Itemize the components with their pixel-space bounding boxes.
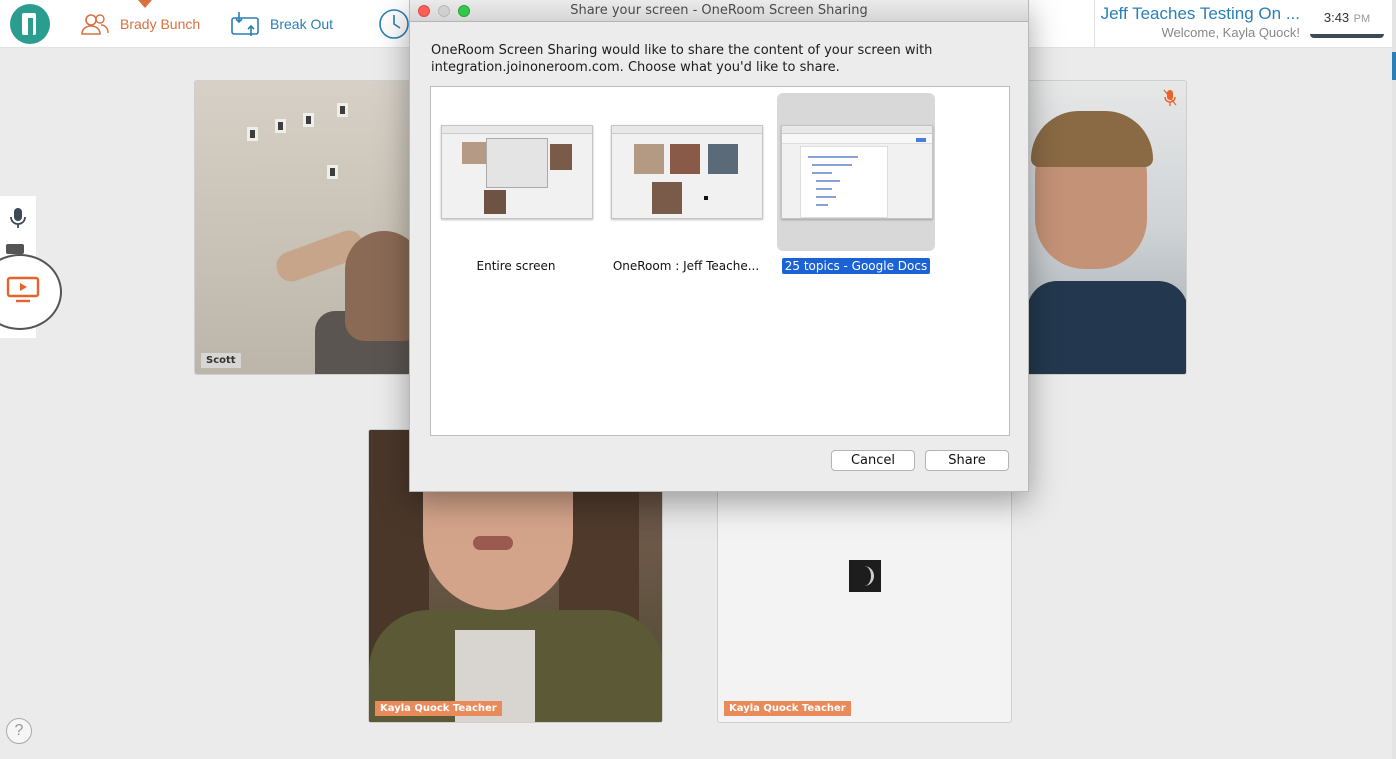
dialog-title: Share your screen - OneRoom Screen Shari… xyxy=(570,3,868,18)
thumbnail-dialog xyxy=(486,138,548,188)
page-scrollbar[interactable] xyxy=(1392,0,1396,759)
loading-spinner-icon xyxy=(849,560,881,592)
time-display: 3:43 PM xyxy=(1310,0,1384,38)
thumbnail-toolbar xyxy=(612,126,762,134)
time-value: 3:43 xyxy=(1323,10,1350,25)
dialog-message-line: integration.joinoneroom.com. Choose what… xyxy=(431,60,840,75)
thumbnail-video xyxy=(708,144,738,174)
thumbnail-spinner xyxy=(704,196,708,200)
thumbnail-video xyxy=(462,142,488,164)
camera-icon[interactable] xyxy=(6,244,24,254)
video-tile-jeff xyxy=(1026,80,1187,375)
share-screen-dialog: Share your screen - OneRoom Screen Shari… xyxy=(409,0,1029,492)
thumbnail-toolbar xyxy=(782,126,932,134)
wall-photo xyxy=(303,113,314,127)
room-info: Jeff Teaches Testing On ... Welcome, Kay… xyxy=(1094,0,1310,48)
active-nav-indicator xyxy=(138,0,152,8)
participant-name-tag: Scott xyxy=(201,353,241,368)
wall-photo xyxy=(275,119,286,133)
wall-photo xyxy=(327,165,338,179)
thumbnail-video xyxy=(550,144,572,170)
people-icon xyxy=(80,12,110,36)
help-button[interactable]: ? xyxy=(6,718,32,744)
nav-break-out[interactable]: Break Out xyxy=(230,8,333,40)
thumbnail-share-button xyxy=(916,138,926,142)
choice-label: OneRoom : Jeff Teache... xyxy=(612,259,760,273)
thumbnail-video xyxy=(634,144,664,174)
nav-break-out-label: Break Out xyxy=(270,16,334,32)
nav-timer[interactable] xyxy=(378,8,410,40)
thumbnail-text-line xyxy=(816,188,832,190)
nav-brady-bunch-label: Brady Bunch xyxy=(120,16,201,32)
oneroom-logo-icon[interactable] xyxy=(10,4,50,44)
wall-photo xyxy=(337,103,348,117)
thumbnail-text-line xyxy=(808,156,858,158)
thumbnail-docs-toolbar xyxy=(782,134,932,144)
choice-google-docs[interactable]: 25 topics - Google Docs xyxy=(777,93,935,274)
choice-thumb-background xyxy=(777,93,935,251)
choice-thumb-background xyxy=(607,93,765,251)
entire-screen-thumbnail xyxy=(441,125,593,219)
breakout-icon xyxy=(230,10,260,38)
welcome-text: Welcome, Kayla Quock! xyxy=(1161,25,1300,40)
thumbnail-text-line xyxy=(816,204,828,206)
wall-photo xyxy=(247,127,258,141)
participant-name-tag: Kayla Quock Teacher xyxy=(375,701,502,716)
thumbnail-video xyxy=(652,182,682,214)
share-button[interactable]: Share xyxy=(925,450,1009,471)
participant-body xyxy=(1027,281,1186,374)
video-tile-scott: Scott xyxy=(194,80,422,375)
participant-hair xyxy=(1031,111,1153,167)
thumbnail-text-line xyxy=(812,172,832,174)
thumbnail-video xyxy=(484,190,506,214)
choice-thumb-background xyxy=(437,93,595,251)
participant-name-tag: Kayla Quock Teacher xyxy=(724,701,851,716)
time-ampm: PM xyxy=(1353,13,1371,25)
clock-icon xyxy=(378,8,410,40)
thumbnail-toolbar xyxy=(442,126,592,134)
window-maximize-icon[interactable] xyxy=(458,5,470,17)
cancel-button[interactable]: Cancel xyxy=(831,450,915,471)
choice-label: 25 topics - Google Docs xyxy=(777,258,935,274)
muted-mic-icon xyxy=(1163,89,1177,112)
choice-oneroom-window[interactable]: OneRoom : Jeff Teache... xyxy=(607,93,765,273)
dialog-message-line: OneRoom Screen Sharing would like to sha… xyxy=(431,43,933,58)
thumbnail-text-line xyxy=(816,180,840,182)
dialog-message: OneRoom Screen Sharing would like to sha… xyxy=(431,42,1011,76)
media-controls xyxy=(0,196,62,338)
participant-mouth xyxy=(473,536,513,550)
window-close-icon[interactable] xyxy=(418,5,430,17)
oneroom-window-thumbnail xyxy=(611,125,763,219)
screen-share-icon xyxy=(6,276,40,303)
dialog-titlebar[interactable]: Share your screen - OneRoom Screen Shari… xyxy=(410,0,1028,22)
choice-label: Entire screen xyxy=(476,259,556,273)
window-minimize-icon[interactable] xyxy=(438,5,450,17)
choice-entire-screen[interactable]: Entire screen xyxy=(437,93,595,273)
video-tile-kayla-screen: Kayla Quock Teacher xyxy=(717,480,1012,723)
room-title[interactable]: Jeff Teaches Testing On ... xyxy=(1095,4,1300,24)
thumbnail-text-line xyxy=(816,196,836,198)
share-choices-list: Entire screen OneRoom : Jeff Teache... 2… xyxy=(430,86,1010,436)
thumbnail-text-line xyxy=(812,164,852,166)
microphone-icon[interactable] xyxy=(8,206,28,235)
nav-brady-bunch[interactable]: Brady Bunch xyxy=(80,8,200,40)
thumbnail-video xyxy=(670,144,700,174)
google-docs-thumbnail xyxy=(781,125,933,219)
screen-share-button[interactable] xyxy=(0,254,62,330)
